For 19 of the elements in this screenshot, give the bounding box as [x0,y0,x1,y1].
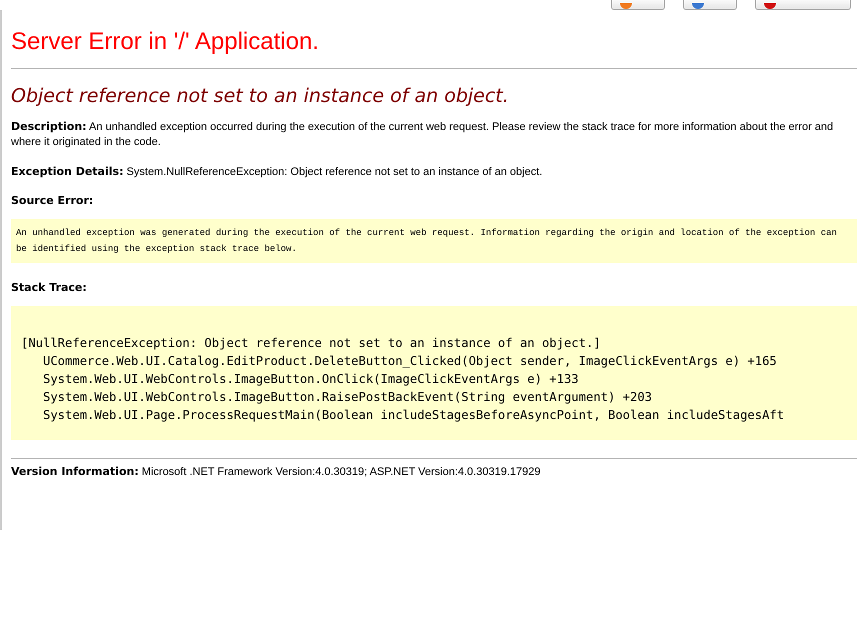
section-heading: Source Error: [11,194,94,207]
toolbar-button[interactable] [755,0,851,10]
round-icon [692,3,704,9]
stack-trace-line: [NullReferenceException: Object reference not set to an instance of an object.] [21,335,602,352]
round-icon [620,3,632,9]
section-heading: Stack Trace: [11,281,88,294]
toolbar-button[interactable] [611,0,665,10]
round-icon [764,3,776,9]
stack-trace-line: System.Web.UI.WebControls.ImageButton.OnClick(ImageClickEventArgs e) +133 [42,371,580,388]
exception-details-text: Exception Details: System.NullReferenceException: Object reference not set to an instance of an object. [11,164,544,180]
description-text: Description: An unhandled exception occurred during the execution of the current web request. Please review the stack trace for more information about the error and where it originated in the code. [11,119,834,150]
source-error-text: An unhandled exception was generated during the execution of the current web request. Information regarding the origin and location of the exception can be identified using the exception stack trace below. [11,219,857,263]
error-message: Object reference not set to an instance of an object. [11,85,510,107]
stack-trace-line: UCommerce.Web.UI.Catalog.EditProduct.DeleteButton_Clicked(Object sender, ImageClickEventArgs e) +165 [42,353,778,370]
stack-trace-line: System.Web.UI.WebControls.ImageButton.RaisePostBackEvent(String eventArgument) +203 [42,389,654,406]
version-text: Version Information: Microsoft .NET Framework Version:4.0.30319; ASP.NET Version:4.0.30319.17929 [11,465,542,478]
page-title: Server Error in '/' Application. [11,28,857,69]
stack-trace-line: System.Web.UI.Page.ProcessRequestMain(Boolean includeStagesBeforeAsyncPoint, Boolean includeStagesAft [42,407,786,424]
toolbar-button[interactable] [683,0,737,10]
